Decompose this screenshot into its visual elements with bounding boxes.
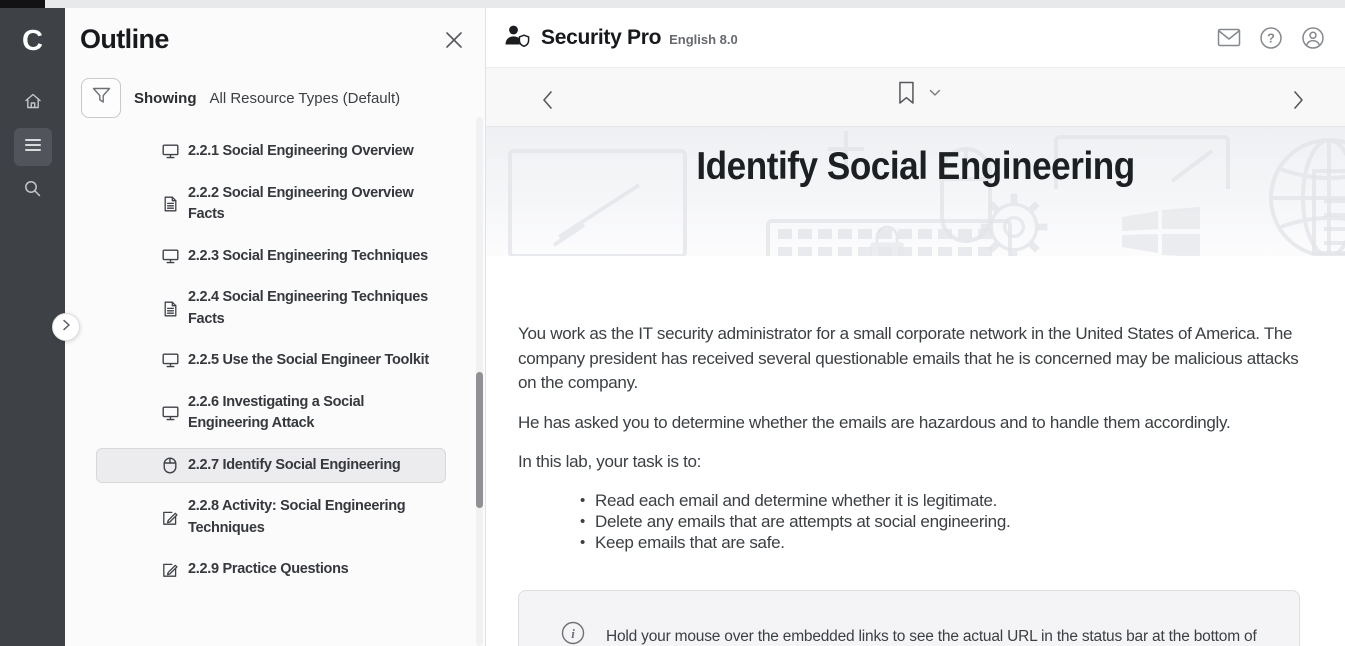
outline-menu-button[interactable] bbox=[14, 128, 52, 166]
outline-item-label: 2.2.6 Investigating a Social Engineering… bbox=[188, 392, 437, 435]
outline-close-button[interactable] bbox=[445, 31, 463, 54]
lesson-content: You work as the IT security administrato… bbox=[486, 256, 1345, 646]
pattern-squares-icon bbox=[1122, 207, 1202, 256]
task-intro: In this lab, your task is to: bbox=[518, 450, 1300, 475]
app-title: Security Pro bbox=[541, 26, 661, 50]
help-button[interactable]: ? bbox=[1259, 26, 1283, 50]
outline-item-label: 2.2.8 Activity: Social Engineering Techn… bbox=[188, 496, 437, 539]
outline-item-2.2.4[interactable]: 2.2.4 Social Engineering Techniques Fact… bbox=[96, 280, 446, 337]
app-edition: English 8.0 bbox=[669, 32, 738, 47]
outline-item-label: 2.2.4 Social Engineering Techniques Fact… bbox=[188, 287, 437, 330]
info-note-box: i Hold your mouse over the embedded link… bbox=[518, 590, 1300, 646]
pattern-lock-icon bbox=[852, 225, 922, 256]
main-area: Security Pro English 8.0 ? bbox=[486, 8, 1345, 646]
monitor-icon bbox=[161, 353, 179, 368]
lesson-nav-bar bbox=[486, 68, 1345, 127]
app-header: Security Pro English 8.0 ? bbox=[486, 8, 1345, 68]
lesson-title: Identify Social Engineering bbox=[696, 145, 1134, 189]
outline-item-label: 2.2.9 Practice Questions bbox=[188, 559, 437, 581]
browser-chrome-fragment bbox=[0, 0, 45, 8]
outline-item-2.2.8[interactable]: 2.2.8 Activity: Social Engineering Techn… bbox=[96, 489, 446, 546]
note-text: Hold your mouse over the embedded links … bbox=[606, 621, 1259, 646]
chevron-right-icon bbox=[62, 318, 71, 336]
document-icon bbox=[161, 301, 179, 317]
outline-item-label: 2.2.5 Use the Social Engineer Toolkit bbox=[188, 350, 437, 372]
outline-item-label: 2.2.1 Social Engineering Overview bbox=[188, 141, 437, 163]
outline-item-2.2.7[interactable]: 2.2.7 Identify Social Engineering bbox=[96, 448, 446, 484]
pattern-gear-icon bbox=[954, 187, 1074, 256]
outline-item-2.2.6[interactable]: 2.2.6 Investigating a Social Engineering… bbox=[96, 385, 446, 442]
app-screen: C bbox=[0, 0, 1345, 646]
filter-funnel-icon bbox=[92, 87, 111, 109]
outline-panel: Outline Showing All Resource Types (Defa… bbox=[65, 8, 486, 646]
outline-item-label: 2.2.7 Identify Social Engineering bbox=[188, 455, 437, 477]
task-item: Delete any emails that are attempts at s… bbox=[595, 511, 1300, 532]
outline-item-2.2.1[interactable]: 2.2.1 Social Engineering Overview bbox=[96, 134, 446, 170]
chevron-left-icon bbox=[542, 97, 553, 114]
outline-item-2.2.2[interactable]: 2.2.2 Social Engineering Overview Facts bbox=[96, 176, 446, 233]
brand: Security Pro English 8.0 bbox=[503, 23, 738, 53]
lesson-banner: Identify Social Engineering bbox=[486, 127, 1345, 256]
filter-value: All Resource Types (Default) bbox=[210, 90, 401, 107]
next-button[interactable] bbox=[1285, 82, 1312, 123]
panel-expand-button[interactable] bbox=[52, 313, 80, 341]
task-list: Read each email and determine whether it… bbox=[518, 490, 1300, 554]
outline-item-label: 2.2.3 Social Engineering Techniques bbox=[188, 246, 437, 268]
chevron-right-icon bbox=[1293, 97, 1304, 114]
search-icon bbox=[23, 179, 42, 203]
search-button[interactable] bbox=[16, 174, 50, 208]
monitor-icon bbox=[161, 249, 179, 264]
resource-filter-button[interactable] bbox=[81, 78, 121, 118]
scenario-paragraph: You work as the IT security administrato… bbox=[518, 322, 1300, 396]
bookmark-button[interactable] bbox=[897, 81, 914, 105]
person-shield-icon bbox=[503, 23, 531, 53]
previous-button[interactable] bbox=[534, 82, 561, 123]
monitor-icon bbox=[161, 144, 179, 159]
task-item: Read each email and determine whether it… bbox=[595, 490, 1300, 511]
svg-text:i: i bbox=[571, 626, 575, 641]
outline-item-2.2.5[interactable]: 2.2.5 Use the Social Engineer Toolkit bbox=[96, 343, 446, 379]
monitor-icon bbox=[161, 406, 179, 421]
top-edge-strip bbox=[0, 0, 1345, 8]
home-icon bbox=[23, 91, 43, 116]
outline-item-label: 2.2.2 Social Engineering Overview Facts bbox=[188, 183, 437, 226]
menu-icon bbox=[24, 138, 42, 157]
outline-scrollbar-thumb[interactable] bbox=[476, 372, 483, 508]
svg-text:?: ? bbox=[1267, 30, 1275, 45]
scenario-paragraph: He has asked you to determine whether th… bbox=[518, 411, 1300, 436]
document-icon bbox=[161, 196, 179, 212]
account-button[interactable] bbox=[1301, 26, 1325, 50]
mail-button[interactable] bbox=[1217, 28, 1241, 47]
outline-item-2.2.9[interactable]: 2.2.9 Practice Questions bbox=[96, 552, 446, 582]
close-icon bbox=[445, 36, 463, 53]
task-item: Keep emails that are safe. bbox=[595, 532, 1300, 553]
bookmark-dropdown-button[interactable] bbox=[928, 89, 940, 97]
mouse-icon bbox=[161, 457, 179, 474]
home-button[interactable] bbox=[16, 86, 50, 120]
filter-showing-label: Showing bbox=[134, 90, 197, 107]
outline-list: 2.2.1 Social Engineering Overview 2.2.2 S… bbox=[65, 134, 485, 582]
pencil-icon bbox=[161, 562, 179, 578]
app-logo: C bbox=[22, 20, 43, 62]
pencil-icon bbox=[161, 510, 179, 526]
outline-item-2.2.3[interactable]: 2.2.3 Social Engineering Techniques bbox=[96, 239, 446, 275]
outline-panel-title: Outline bbox=[80, 24, 169, 55]
info-icon: i bbox=[561, 621, 585, 646]
